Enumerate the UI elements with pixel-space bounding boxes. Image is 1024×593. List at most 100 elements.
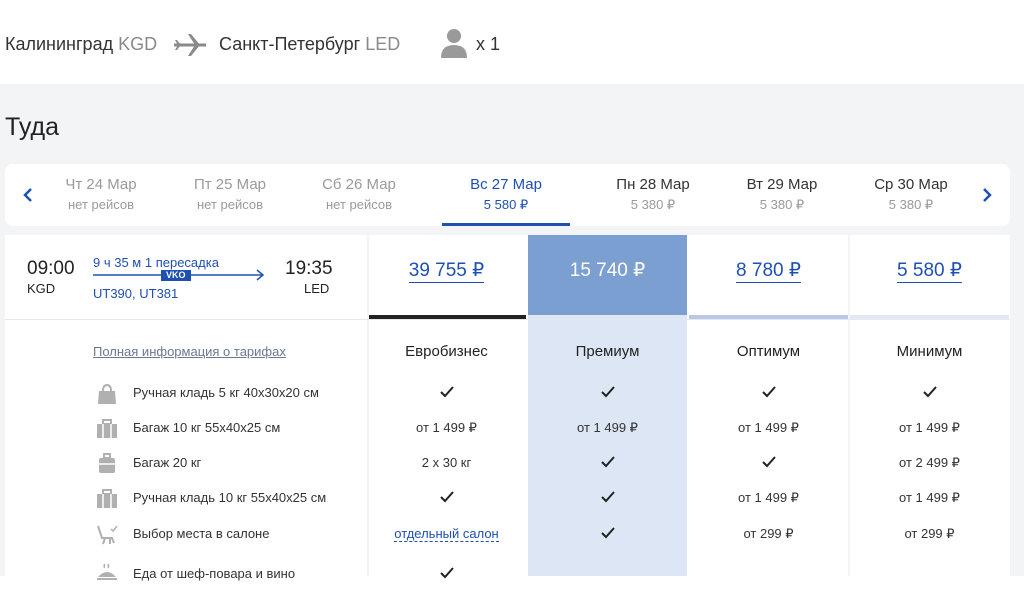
fare-price[interactable]: 8 780 ₽ [736,260,801,283]
fare-price-cell[interactable]: 8 780 ₽ [689,235,848,315]
suitcase-icon [97,489,117,508]
feature-value: от 1 499 ₽ [850,413,1009,437]
checkmark-icon [439,491,454,503]
date-option[interactable]: Сб 26 Мар нет рейсов [295,164,423,226]
date-label: Чт 24 Мар [65,176,137,193]
feature-value: от 1 499 ₽ [689,413,848,437]
date-price: нет рейсов [67,197,135,212]
feature-value: от 1 499 ₽ [850,483,1009,507]
date-option-selected[interactable]: Вс 27 Мар 5 580 ₽ [442,164,570,226]
checkmark-icon [439,567,454,579]
date-price: нет рейсов [196,197,264,212]
stopover-badge: VKO [161,270,191,281]
next-dates-button[interactable] [972,180,1002,210]
date-price: 5 580 ₽ [483,197,529,212]
full-fare-info-link[interactable]: Полная информация о тарифах [93,344,286,359]
flight-summary[interactable]: 09:00 KGD 9 ч 35 м 1 пересадка VKO UT390… [5,235,367,319]
checkmark-icon [761,456,776,468]
date-label: Сб 26 Мар [322,176,396,193]
date-option[interactable]: Пн 28 Мар 5 380 ₽ [589,164,717,226]
fare-table: 39 755 ₽ Евробизнес 15 740 ₽ Премиум 8 7… [5,235,1010,581]
feature-row: Выбор места в салоне отдельный салон от … [5,519,1010,553]
date-label: Вт 29 Мар [746,176,818,193]
fare-price[interactable]: 15 740 ₽ [570,260,645,282]
handbag-icon [98,383,116,404]
feature-row: Багаж 10 кг 55x40x25 см от 1 499 ₽ от 1 … [5,413,1010,447]
date-label: Вс 27 Мар [470,176,542,193]
feature-value-text: от 1 499 ₽ [899,490,960,505]
feature-value [367,559,526,586]
feature-value: от 1 499 ₽ [689,483,848,507]
seat-icon [97,525,118,545]
feature-value-text: от 1 499 ₽ [738,490,799,505]
fare-price-cell[interactable]: 5 580 ₽ [850,235,1009,315]
feature-value: от 1 499 ₽ [528,413,687,437]
fare-name: Минимум [896,343,963,360]
feature-value [528,483,687,510]
checkmark-icon [600,386,615,398]
arrival-time: 19:35 [285,258,333,279]
fare-price-cell[interactable]: 39 755 ₽ [367,235,526,315]
date-label: Пт 25 Мар [193,176,267,193]
luggage-icon [99,453,115,473]
date-option[interactable]: Пт 25 Мар нет рейсов [166,164,294,226]
feature-value [367,483,526,510]
arrival-code: LED [304,281,330,296]
date-option[interactable]: Вт 29 Мар 5 380 ₽ [718,164,846,226]
date-price: 5 380 ₽ [630,197,676,212]
date-option[interactable]: Ср 30 Мар 5 380 ₽ [847,164,975,226]
origin: Калининград KGD [5,34,157,55]
feature-value [689,378,848,405]
feature-label: Еда от шеф-повара и вино [133,566,296,581]
feature-row: Ручная кладь 5 кг 40x30x20 см [5,378,1010,412]
feature-value [528,448,687,475]
date-option[interactable]: Чт 24 Мар нет рейсов [37,164,165,226]
fare-price-cell-selected[interactable]: 15 740 ₽ [528,235,687,315]
checkmark-icon [761,386,776,398]
feature-value: от 299 ₽ [689,519,848,543]
passenger-count[interactable]: x 1 [476,34,500,55]
fare-name: Премиум [575,343,640,360]
fare-name: Евробизнес [405,343,488,360]
feature-value [850,378,1009,405]
separate-cabin-link[interactable]: отдельный салон [394,526,499,542]
feature-value-text: 2 х 30 кг [421,455,472,470]
checkmark-icon [600,527,615,539]
date-label: Пн 28 Мар [616,176,690,193]
fare-price[interactable]: 5 580 ₽ [897,260,962,283]
feature-row: Ручная кладь 10 кг 55x40x25 см от 1 499 … [5,483,1010,517]
checkmark-icon [600,491,615,503]
feature-row: Еда от шеф-повара и вино [5,559,1010,593]
chevron-right-icon [983,188,992,202]
feature-label: Ручная кладь 10 кг 55x40x25 см [133,490,327,505]
feature-value-text: от 299 ₽ [743,526,794,541]
suitcase-icon [97,419,117,438]
feature-value-text: от 2 499 ₽ [899,455,960,470]
checkmark-icon [600,456,615,468]
feature-label: Багаж 20 кг [133,455,202,470]
feature-label: Выбор места в салоне [133,526,270,541]
feature-value-text: от 1 499 ₽ [899,420,960,435]
feature-value-text: от 1 499 ₽ [738,420,799,435]
destination-city: Санкт-Петербург [219,34,361,54]
feature-value: отдельный салон [367,519,526,543]
destination: Санкт-Петербург LED [219,34,400,55]
feature-value [528,378,687,405]
feature-label: Багаж 10 кг 55x40x25 см [133,420,281,435]
feature-value [367,378,526,405]
departure-code: KGD [27,281,56,296]
plane-icon [174,34,206,56]
feature-value-text: от 299 ₽ [904,526,955,541]
feature-value: от 1 499 ₽ [367,413,526,437]
person-icon [441,29,467,58]
departure-time: 09:00 [27,258,75,279]
food-icon [97,563,117,580]
route-header: Калининград KGD Санкт-Петербург LED x 1 [0,0,1024,84]
date-price: 5 380 ₽ [888,197,934,212]
date-selector: Чт 24 Мар нет рейсов Пт 25 Мар нет рейсо… [5,164,1010,226]
destination-code: LED [365,34,401,54]
date-price: нет рейсов [325,197,393,212]
feature-value [528,519,687,546]
feature-row: Багаж 20 кг 2 х 30 кг от 2 499 ₽ [5,448,1010,482]
fare-price[interactable]: 39 755 ₽ [408,260,485,283]
